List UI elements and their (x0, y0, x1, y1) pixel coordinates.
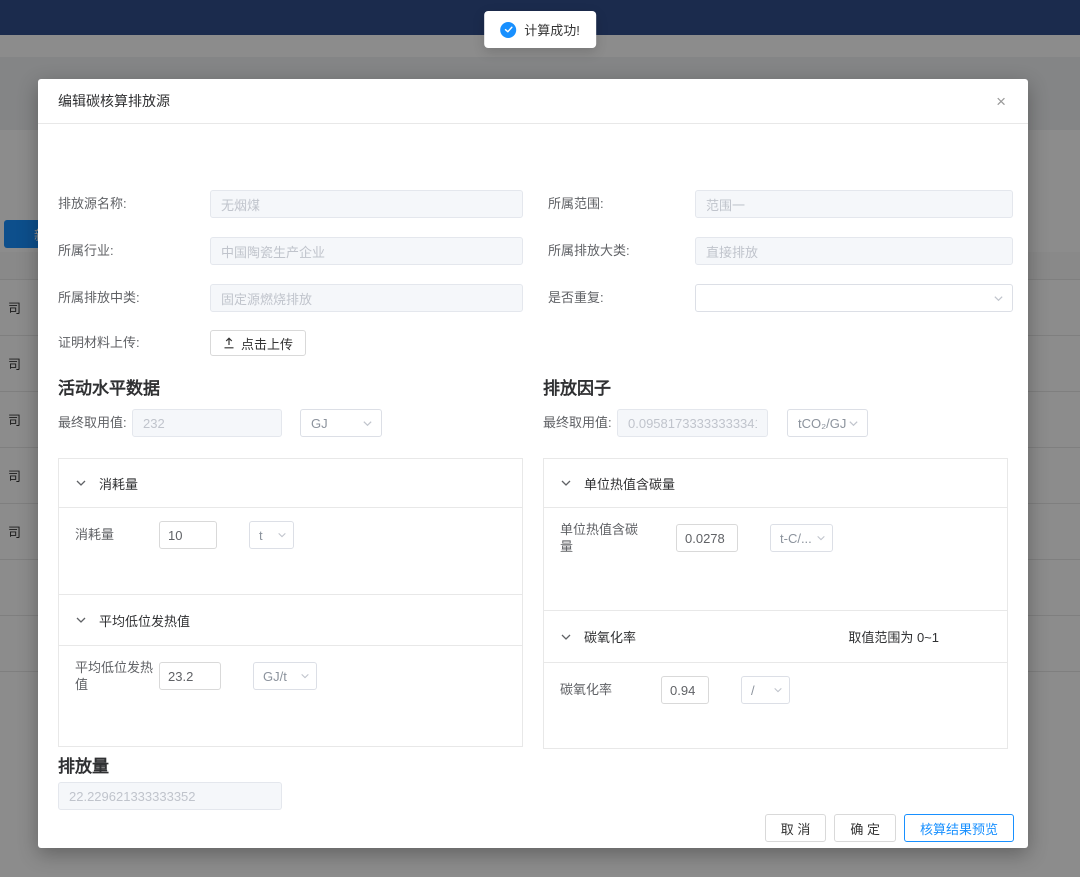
chevron-down-icon (993, 293, 1004, 304)
upload-label: 证明材料上传: (58, 329, 140, 357)
heating-value-panel: 平均低位发热值 平均低位发热值 GJ/t (58, 594, 523, 747)
factor-unit-value: tCO₂/GJ (798, 416, 846, 431)
heating-value-unit-value: GJ/t (263, 669, 287, 684)
oxidation-rate-unit-value: / (751, 683, 755, 698)
activity-final-input (132, 409, 282, 437)
cancel-button[interactable]: 取 消 (765, 814, 827, 842)
consumption-unit-select[interactable]: t (249, 521, 294, 549)
consumption-row-label: 消耗量 (75, 521, 159, 549)
close-icon[interactable]: × (990, 79, 1012, 124)
chevron-down-icon (773, 685, 783, 695)
collapse-chevron-icon (560, 631, 572, 643)
edit-emission-source-dialog: 编辑碳核算排放源 × 排放源名称: 所属范围: 所属行业: 所属排放大类: 所属… (38, 79, 1028, 848)
factor-final-input (617, 409, 768, 437)
mid-category-label: 所属排放中类: (58, 284, 140, 312)
activity-data-heading: 活动水平数据 (58, 374, 160, 399)
emission-factor-heading: 排放因子 (543, 374, 611, 399)
chevron-down-icon (277, 530, 287, 540)
heating-value-unit-select[interactable]: GJ/t (253, 662, 317, 690)
emission-amount-input (58, 782, 282, 810)
major-category-label: 所属排放大类: (548, 237, 630, 265)
oxidation-range-hint: 取值范围为 0~1 (848, 627, 939, 646)
toast-text: 计算成功! (524, 20, 580, 39)
industry-input (210, 237, 523, 265)
upload-icon (223, 337, 235, 349)
duplicate-label: 是否重复: (548, 284, 604, 312)
oxidation-rate-panel-title: 碳氧化率 (584, 627, 636, 646)
factor-unit-select[interactable]: tCO₂/GJ (787, 409, 868, 437)
scope-input (695, 190, 1013, 218)
chevron-down-icon (816, 533, 826, 543)
oxidation-rate-panel-body: 碳氧化率 / (544, 663, 1007, 748)
factor-final-label: 最终取用值: (543, 409, 612, 437)
collapse-chevron-icon (75, 477, 87, 489)
emission-amount-heading: 排放量 (58, 752, 109, 777)
factor-panel-stack: 单位热值含碳量 单位热值含碳量 t-C/... (543, 458, 1008, 749)
success-toast: 计算成功! (484, 11, 596, 48)
dialog-footer: 取 消 确 定 核算结果预览 (765, 814, 1014, 842)
source-name-label: 排放源名称: (58, 190, 127, 218)
heating-value-panel-body: 平均低位发热值 GJ/t (59, 646, 522, 746)
heating-value-panel-header[interactable]: 平均低位发热值 (59, 595, 522, 646)
chevron-down-icon (300, 671, 310, 681)
consumption-panel-body: 消耗量 t (59, 508, 522, 594)
dialog-title: 编辑碳核算排放源 (58, 79, 170, 124)
consumption-unit-value: t (259, 528, 263, 543)
oxidation-rate-row-label: 碳氧化率 (560, 676, 644, 704)
collapse-chevron-icon (560, 477, 572, 489)
consumption-panel-title: 消耗量 (99, 474, 138, 493)
duplicate-select[interactable] (695, 284, 1013, 312)
dialog-header: 编辑碳核算排放源 × (38, 79, 1028, 124)
heating-value-input[interactable] (159, 662, 221, 690)
activity-unit-select[interactable]: GJ (300, 409, 382, 437)
upload-button-label: 点击上传 (241, 334, 293, 353)
dialog-body: 排放源名称: 所属范围: 所属行业: 所属排放大类: 所属排放中类: 是否重复:… (38, 124, 1028, 848)
oxidation-rate-input[interactable] (661, 676, 709, 704)
heating-value-row-label: 平均低位发热值 (75, 659, 159, 693)
consumption-panel-header[interactable]: 消耗量 (59, 459, 522, 508)
carbon-content-input[interactable] (676, 524, 738, 552)
oxidation-rate-panel-header[interactable]: 碳氧化率 取值范围为 0~1 (544, 611, 1007, 663)
consumption-panel: 消耗量 消耗量 t (58, 458, 523, 595)
major-category-input (695, 237, 1013, 265)
carbon-content-unit-value: t-C/... (780, 531, 812, 546)
carbon-content-panel-header[interactable]: 单位热值含碳量 (544, 459, 1007, 508)
collapse-chevron-icon (75, 614, 87, 626)
heating-value-panel-title: 平均低位发热值 (99, 611, 190, 630)
carbon-content-row-label: 单位热值含碳量 (560, 521, 644, 555)
carbon-content-panel: 单位热值含碳量 单位热值含碳量 t-C/... (543, 458, 1008, 611)
upload-button[interactable]: 点击上传 (210, 330, 306, 356)
activity-final-label: 最终取用值: (58, 409, 127, 437)
confirm-button[interactable]: 确 定 (834, 814, 896, 842)
industry-label: 所属行业: (58, 237, 114, 265)
success-check-icon (500, 22, 516, 38)
page: 新增 司 司 司 司 司 计算成功! 编辑碳核算排放源 × 排放源名称: 所属范… (0, 0, 1080, 877)
carbon-content-panel-body: 单位热值含碳量 t-C/... (544, 508, 1007, 610)
source-name-input (210, 190, 523, 218)
oxidation-rate-unit-select[interactable]: / (741, 676, 790, 704)
chevron-down-icon (848, 418, 859, 429)
consumption-input[interactable] (159, 521, 217, 549)
mid-category-input (210, 284, 523, 312)
chevron-down-icon (362, 418, 373, 429)
carbon-content-panel-title: 单位热值含碳量 (584, 474, 675, 493)
result-preview-button[interactable]: 核算结果预览 (904, 814, 1014, 842)
carbon-content-unit-select[interactable]: t-C/... (770, 524, 833, 552)
activity-panel-stack: 消耗量 消耗量 t (58, 458, 523, 747)
oxidation-rate-panel: 碳氧化率 取值范围为 0~1 碳氧化率 / (543, 610, 1008, 749)
scope-label: 所属范围: (548, 190, 604, 218)
activity-unit-value: GJ (311, 416, 328, 431)
